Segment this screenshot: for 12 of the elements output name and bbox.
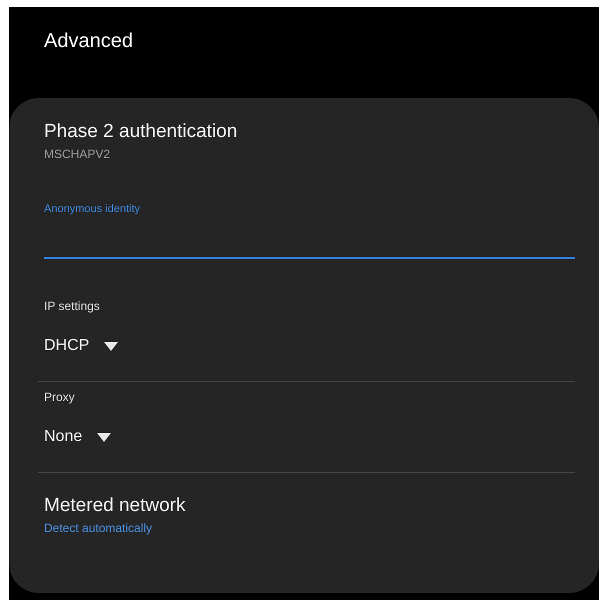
preference-summary: Detect automatically [44, 521, 152, 535]
preference-title[interactable]: Phase 2 authentication [44, 121, 238, 143]
preference-title[interactable]: Metered network [44, 495, 186, 517]
dropdown[interactable]: DHCP [44, 337, 120, 355]
field-label: IP settings [44, 299, 100, 313]
preference-summary: MSCHAPV2 [44, 147, 110, 161]
input-field[interactable]: Anonymous identity [44, 194, 575, 259]
caret-icon [103, 340, 120, 352]
field-label: Proxy [44, 390, 75, 404]
caret-icon [96, 432, 112, 442]
dropdown[interactable]: None [44, 428, 112, 446]
screen-title: Advanced [44, 30, 133, 52]
